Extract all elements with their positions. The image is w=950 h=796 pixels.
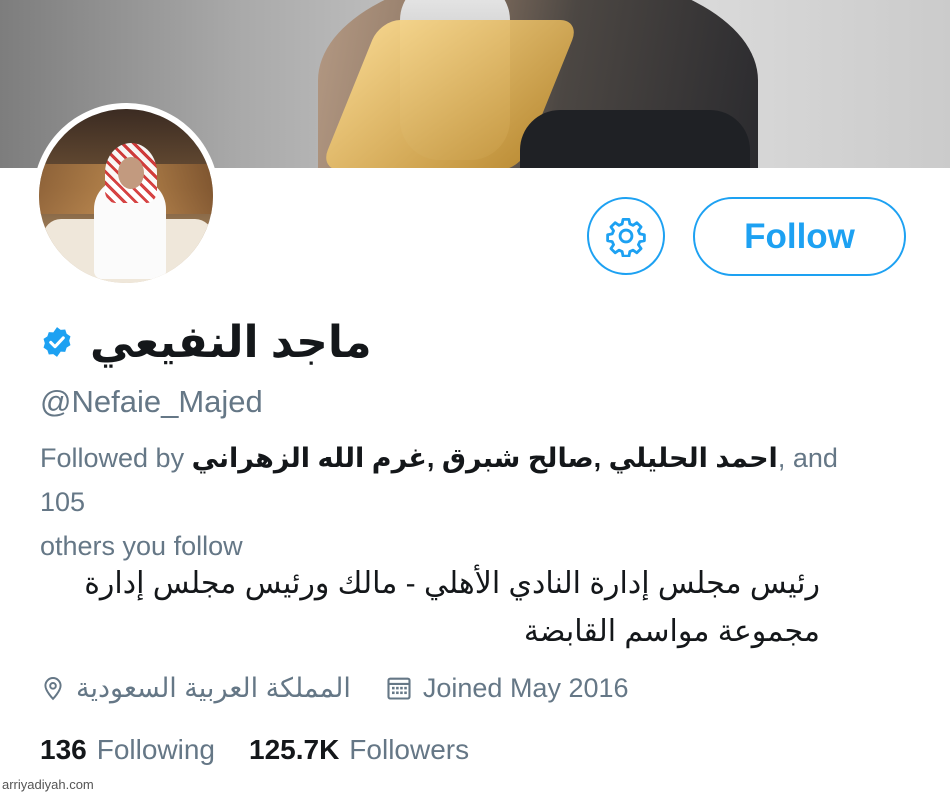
location-pin-icon — [44, 677, 62, 701]
profile-name-row: ماجد النفيعي — [40, 312, 372, 372]
following-label: Following — [96, 734, 215, 765]
follow-button[interactable]: Follow — [693, 197, 906, 276]
avatar[interactable] — [33, 103, 219, 289]
join-date: Joined May 2016 — [385, 673, 629, 704]
calendar-icon — [387, 677, 411, 700]
followers-stat[interactable]: 125.7K Followers — [249, 734, 469, 766]
gear-icon — [606, 217, 646, 257]
followers-label: Followers — [349, 734, 470, 765]
followed-by-prefix: Followed by — [40, 443, 185, 473]
profile-bio: رئيس مجلس إدارة النادي الأهلي - مالك ورئ… — [40, 560, 820, 656]
verified-badge-icon — [40, 325, 74, 359]
following-count: 136 — [40, 734, 87, 765]
following-stat[interactable]: 136 Following — [40, 734, 215, 766]
followed-by-second-line: others you follow — [40, 531, 243, 561]
followed-by-text[interactable]: Followed by احمد الحليلي ,صالح شبرق ,غرم… — [40, 436, 870, 568]
followers-count: 125.7K — [249, 734, 340, 765]
location-text: المملكة العربية السعودية — [76, 672, 351, 703]
location: المملكة العربية السعودية — [40, 673, 351, 704]
bio-line-2: مجموعة مواسم القابضة — [523, 615, 820, 648]
profile-stats: 136 Following 125.7K Followers — [40, 730, 469, 770]
followed-by-names[interactable]: احمد الحليلي ,صالح شبرق ,غرم الله الزهرا… — [192, 443, 778, 473]
display-name: ماجد النفيعي — [90, 317, 372, 367]
avatar-photo — [39, 109, 213, 283]
watermark: arriyadiyah.com — [2, 777, 94, 792]
profile-meta: المملكة العربية السعودية Joined May 2016 — [40, 668, 629, 708]
banner-dark-area — [520, 110, 750, 168]
profile-handle[interactable]: @Nefaie_Majed — [40, 384, 263, 420]
bio-line-1: رئيس مجلس إدارة النادي الأهلي - مالك ورئ… — [84, 567, 820, 600]
join-date-text: Joined May 2016 — [422, 672, 629, 703]
settings-button[interactable] — [587, 197, 665, 275]
